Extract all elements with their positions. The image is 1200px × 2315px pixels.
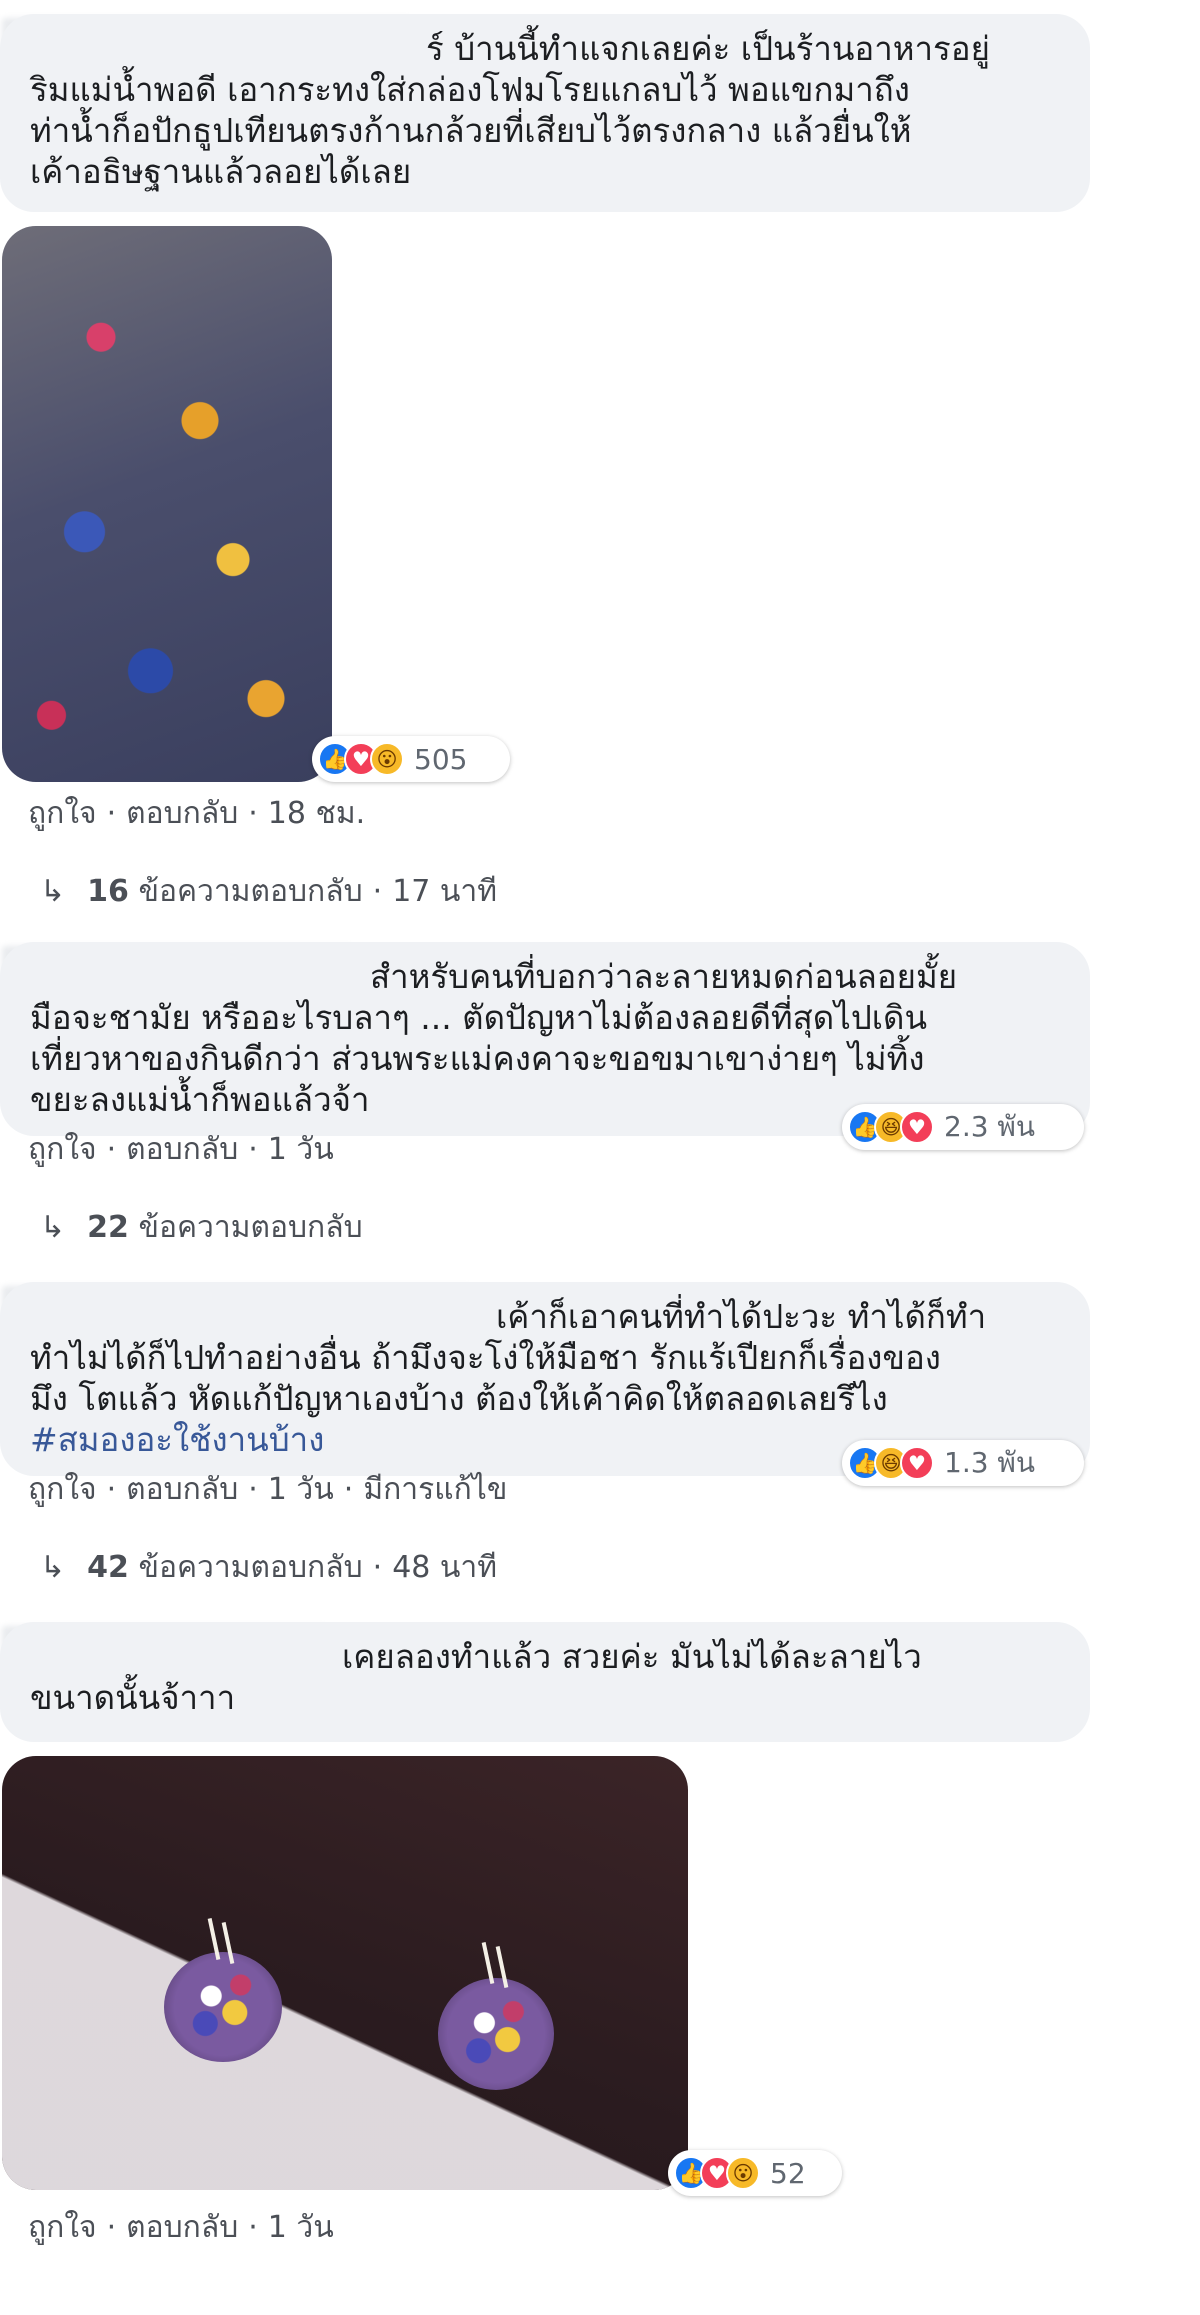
- comment-photo-krathongs-floating[interactable]: [2, 1756, 688, 2190]
- reply-button[interactable]: ตอบกลับ: [126, 796, 238, 831]
- reaction-summary[interactable]: 👍 😆 ♥ 2.3 พัน: [842, 1104, 1084, 1150]
- comment-text-line: มึง โตแล้ว หัดแก้ปัญหาเองบ้าง ต้องให้เค้…: [30, 1379, 888, 1418]
- photo-background-light: [2, 1756, 688, 2190]
- comment-text-line: เค้าอธิษฐานแล้วลอยได้เลย: [30, 152, 412, 191]
- view-replies-link[interactable]: ↳ 22 ข้อความตอบกลับ: [40, 1204, 363, 1251]
- wow-icon: 😮: [726, 2156, 760, 2190]
- reaction-summary[interactable]: 👍 ♥ 😮 505: [312, 736, 510, 782]
- reply-label: ข้อความตอบกลับ: [138, 1550, 363, 1585]
- comment-text-line: สำหรับคนที่บอกว่าละลายหมดก่อนลอยมั้ย: [370, 957, 958, 996]
- reply-arrow-icon: ↳: [40, 874, 66, 909]
- comment-text-line: ท่าน้ำก็อปักธูปเทียนตรงก้านกล้วยที่เสียบ…: [30, 111, 912, 150]
- comment-bubble: เคยลองทำแล้ว สวยค่ะ มันไม่ได้ละลายไว ขนา…: [0, 1622, 1090, 1742]
- reply-label: ข้อความตอบกลับ: [138, 1210, 363, 1245]
- reply-time: 17 นาที: [392, 874, 498, 909]
- like-button[interactable]: ถูกใจ: [28, 1472, 97, 1507]
- like-button[interactable]: ถูกใจ: [28, 2210, 97, 2245]
- timestamp[interactable]: 1 วัน: [268, 1132, 334, 1167]
- timestamp[interactable]: 18 ชม.: [268, 796, 365, 831]
- reaction-count: 505: [414, 742, 468, 776]
- comment-text-line: เที่ยวหาของกินดีกว่า ส่วนพระแม่คงคาจะขอข…: [30, 1039, 925, 1078]
- reply-button[interactable]: ตอบกลับ: [126, 2210, 238, 2245]
- comment-actions: ถูกใจ · ตอบกลับ · 1 วัน: [28, 1132, 334, 1167]
- comment-text-line: ร์ บ้านนี้ทำแจกเลยค่ะ เป็นร้านอาหารอยู่: [426, 29, 990, 68]
- timestamp[interactable]: 1 วัน: [268, 2210, 334, 2245]
- comment-text-line: เค้าก็เอาคนที่ทำได้ปะวะ ทำได้ก็ทำ: [496, 1297, 987, 1336]
- reaction-summary[interactable]: 👍 😆 ♥ 1.3 พัน: [842, 1440, 1084, 1486]
- comment-bubble: ร์ บ้านนี้ทำแจกเลยค่ะ เป็นร้านอาหารอยู่ …: [0, 14, 1090, 212]
- reply-time: 48 นาที: [392, 1550, 498, 1585]
- love-icon: ♥: [900, 1446, 934, 1480]
- comment-text-line: ริมแม่น้ำพอดี เอากระทงใส่กล่องโฟมโรยแกลบ…: [30, 70, 910, 109]
- comment-actions: ถูกใจ · ตอบกลับ · 1 วัน: [28, 2210, 334, 2245]
- comment-text-line: ขนาดนั้นจ้าาา: [30, 1678, 236, 1717]
- reaction-summary[interactable]: 👍 ♥ 😮 52: [668, 2150, 842, 2196]
- comment-text-line: เคยลองทำแล้ว สวยค่ะ มันไม่ได้ละลายไว: [342, 1637, 922, 1676]
- reply-arrow-icon: ↳: [40, 1210, 66, 1245]
- timestamp[interactable]: 1 วัน: [268, 1472, 334, 1507]
- wow-icon: 😮: [370, 742, 404, 776]
- like-button[interactable]: ถูกใจ: [28, 1132, 97, 1167]
- comment-photo-krathongs-in-boxes[interactable]: [2, 226, 332, 782]
- reply-button[interactable]: ตอบกลับ: [126, 1472, 238, 1507]
- reply-arrow-icon: ↳: [40, 1550, 66, 1585]
- edited-label[interactable]: มีการแก้ไข: [363, 1472, 507, 1507]
- comment-actions: ถูกใจ · ตอบกลับ · 18 ชม.: [28, 796, 366, 831]
- love-icon: ♥: [900, 1110, 934, 1144]
- comment-text-line: มือจะชามัย หรืออะไรบลาๆ ... ตัดปัญหาไม่ต…: [30, 998, 928, 1037]
- reaction-count: 2.3 พัน: [944, 1110, 1036, 1143]
- view-replies-link[interactable]: ↳ 42 ข้อความตอบกลับ · 48 นาที: [40, 1544, 497, 1591]
- comment-actions: ถูกใจ · ตอบกลับ · 1 วัน · มีการแก้ไข: [28, 1472, 508, 1507]
- reaction-count: 52: [770, 2156, 806, 2190]
- reply-label: ข้อความตอบกลับ: [138, 874, 363, 909]
- reaction-count: 1.3 พัน: [944, 1446, 1036, 1479]
- like-button[interactable]: ถูกใจ: [28, 796, 97, 831]
- view-replies-link[interactable]: ↳ 16 ข้อความตอบกลับ · 17 นาที: [40, 868, 497, 915]
- krathong-left: [164, 1952, 282, 2062]
- krathong-right: [438, 1978, 554, 2090]
- comment-text-line: ทำไม่ได้ก็ไปทำอย่างอื่น ถ้ามึงจะโง่ให้มื…: [30, 1338, 941, 1377]
- reply-button[interactable]: ตอบกลับ: [126, 1132, 238, 1167]
- reply-count: 16: [87, 874, 129, 909]
- reply-count: 42: [87, 1550, 129, 1585]
- reply-count: 22: [87, 1210, 129, 1245]
